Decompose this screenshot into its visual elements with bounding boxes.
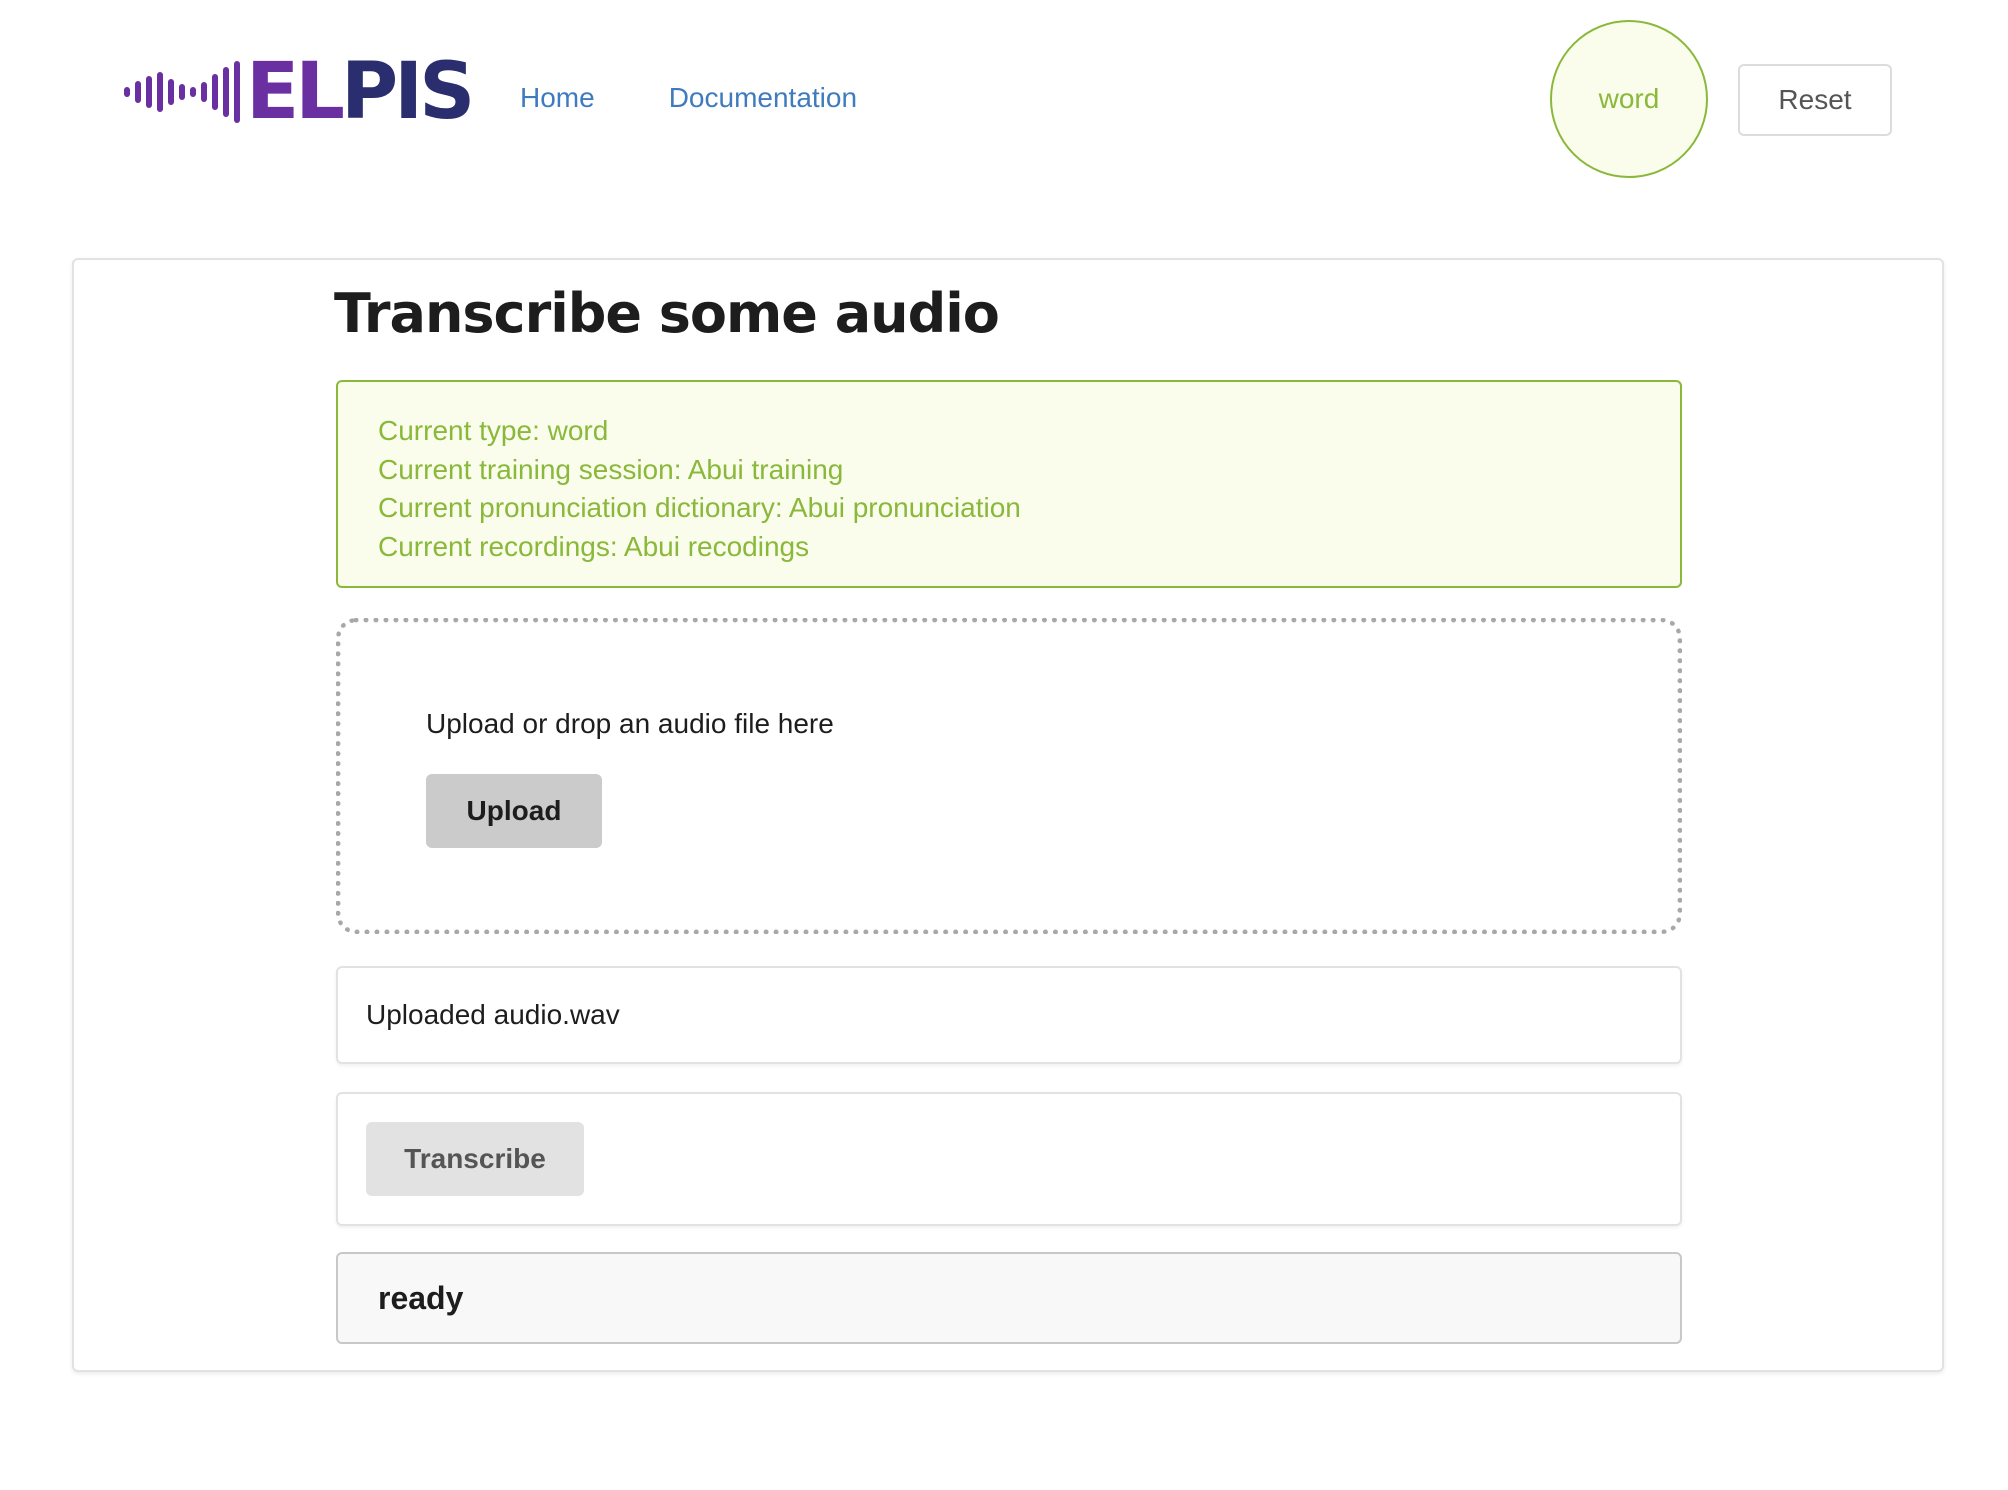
transcribe-button[interactable]: Transcribe [366, 1122, 584, 1196]
uploaded-file-status: Uploaded audio.wav [336, 966, 1682, 1064]
app-header: ELPIS Home Documentation word Reset [0, 0, 2008, 200]
logo-wordmark: ELPIS [246, 47, 475, 137]
nav-home-link[interactable]: Home [520, 82, 595, 114]
status-text: ready [378, 1279, 464, 1316]
info-current-type: Current type: word [378, 415, 609, 446]
nav-documentation-link[interactable]: Documentation [669, 82, 857, 114]
current-settings-info: Current type: word Current training sess… [336, 380, 1682, 588]
upload-button[interactable]: Upload [426, 774, 602, 848]
current-type-badge: word [1550, 20, 1708, 178]
drop-zone-text: Upload or drop an audio file here [426, 708, 834, 739]
page-title: Transcribe some audio [334, 282, 1000, 345]
main-nav: Home Documentation [520, 82, 857, 114]
reset-button[interactable]: Reset [1738, 64, 1892, 136]
info-recordings: Current recordings: Abui recodings [378, 530, 810, 562]
uploaded-file-text: Uploaded audio.wav [366, 999, 620, 1030]
info-pronunciation-dictionary: Current pronunciation dictionary: Abui p… [378, 492, 1021, 523]
sound-wave-icon [124, 61, 240, 123]
status-panel: ready [336, 1252, 1682, 1344]
info-training-session: Current training session: Abui training [378, 453, 844, 485]
elpis-logo[interactable]: ELPIS [124, 47, 475, 137]
